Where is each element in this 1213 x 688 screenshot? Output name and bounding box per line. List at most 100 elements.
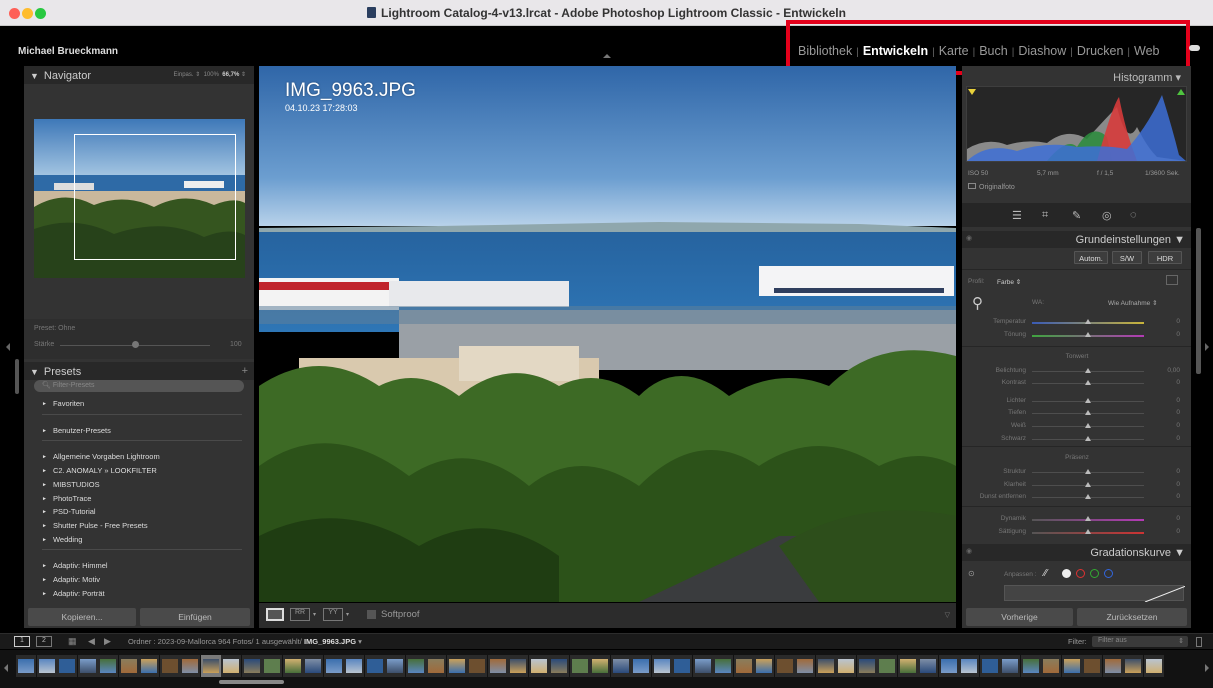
dropdown-chevron-icon[interactable]: ▾ [346, 611, 349, 618]
primary-window-button[interactable]: 1 [14, 636, 30, 647]
filmstrip-thumbnail[interactable] [159, 655, 180, 677]
before-after-icon[interactable]: RR [290, 608, 310, 621]
filmstrip-thumbnail[interactable] [918, 655, 938, 677]
before-after-swap-icon[interactable]: YY [323, 608, 343, 621]
filmstrip-thumbnail[interactable] [36, 655, 57, 677]
filmstrip-right-arrow-icon[interactable] [1205, 664, 1209, 672]
preset-folder[interactable]: Allgemeine Vorgaben Lightroom [42, 452, 160, 461]
filmstrip-thumbnail[interactable] [1123, 655, 1143, 677]
filmstrip-thumbnail[interactable] [938, 655, 959, 677]
preset-folder[interactable]: Wedding [42, 535, 82, 544]
red-eye-icon[interactable]: ◎ [1102, 209, 1112, 222]
slider-knob[interactable] [1085, 380, 1091, 385]
filmstrip-thumbnail[interactable] [877, 655, 897, 677]
slider-knob[interactable] [1085, 423, 1091, 428]
paste-settings-button[interactable]: Einfügen [140, 608, 250, 626]
filmstrip-thumbnail[interactable] [303, 655, 323, 677]
preset-folder[interactable]: PSD-Tutorial [42, 507, 96, 516]
white-balance-value[interactable]: Wie Aufnahme ⇕ [1108, 299, 1158, 307]
presets-panel-header[interactable]: ▼ Presets + [24, 362, 254, 380]
filmstrip-thumbnail[interactable] [57, 655, 77, 677]
slider-knob[interactable] [1085, 529, 1091, 534]
dropdown-chevron-icon[interactable]: ▾ [313, 611, 316, 618]
slider-value[interactable]: 0 [1148, 409, 1180, 416]
filmstrip-thumbnail[interactable] [528, 655, 549, 677]
navigator-panel-header[interactable]: ▼ Navigator Einpas. ⇕ 100% 66,7% ⇕ [24, 66, 254, 84]
filmstrip-thumbnail[interactable] [1061, 655, 1082, 677]
navigator-view-rectangle[interactable] [74, 134, 236, 260]
filmstrip-thumbnail[interactable] [631, 655, 651, 677]
filmstrip-thumbnail[interactable] [836, 655, 856, 677]
filmstrip-scrollbar[interactable] [219, 680, 284, 684]
filmstrip-thumbnail[interactable] [1143, 655, 1164, 677]
slider-value[interactable]: 0 [1148, 515, 1180, 522]
green-channel-icon[interactable] [1090, 569, 1099, 578]
filmstrip-thumbnail[interactable] [487, 655, 508, 677]
collapse-top-panel-icon[interactable] [603, 54, 611, 58]
filmstrip-thumbnail[interactable] [200, 655, 221, 677]
filmstrip-thumbnail[interactable] [77, 655, 98, 677]
zoom-100-option[interactable]: 100% [204, 72, 219, 78]
filmstrip-thumbnail[interactable] [508, 655, 528, 677]
zoom-current-option[interactable]: 66,7% [222, 72, 239, 78]
filmstrip-thumbnail[interactable] [692, 655, 713, 677]
filmstrip-thumbnail[interactable] [959, 655, 979, 677]
panel-visibility-icon[interactable]: ◉ [966, 234, 972, 242]
filmstrip-thumbnail[interactable] [180, 655, 200, 677]
preset-folder[interactable]: Adaptiv: Porträt [42, 589, 105, 598]
preset-search-input[interactable]: 🔍︎ Filter-Presets [34, 380, 244, 392]
loupe-view-icon[interactable] [266, 608, 284, 621]
preset-folder[interactable]: Adaptiv: Motiv [42, 575, 100, 584]
slider-value[interactable]: 0 [1148, 397, 1180, 404]
filmstrip-thumbnail[interactable] [897, 655, 918, 677]
filmstrip-thumbnail[interactable] [754, 655, 774, 677]
filmstrip-thumbnail[interactable] [262, 655, 282, 677]
filmstrip-thumbnail[interactable] [713, 655, 733, 677]
blue-channel-icon[interactable] [1104, 569, 1113, 578]
filmstrip-thumbnail[interactable] [241, 655, 262, 677]
slider-knob[interactable] [1085, 398, 1091, 403]
copy-settings-button[interactable]: Kopieren... [28, 608, 136, 626]
panel-visibility-icon[interactable]: ◉ [966, 547, 972, 555]
filmstrip-thumbnail[interactable] [569, 655, 590, 677]
slider-value[interactable]: 0,00 [1148, 367, 1180, 374]
slider-value[interactable]: 0 [1148, 435, 1180, 442]
filmstrip-thumbnail[interactable] [651, 655, 672, 677]
amount-slider-knob[interactable] [132, 341, 139, 348]
shadow-clipping-icon[interactable] [968, 89, 976, 95]
previous-settings-button[interactable]: Vorherige [966, 608, 1073, 626]
tone-curve-graph[interactable] [1004, 583, 1192, 603]
filmstrip-thumbnail[interactable] [118, 655, 139, 677]
white-balance-eyedropper-icon[interactable]: ⚲ [972, 294, 983, 312]
filmstrip-thumbnail[interactable] [1020, 655, 1041, 677]
hdr-button[interactable]: HDR [1148, 251, 1182, 264]
grid-view-icon[interactable]: ▦ [68, 636, 77, 647]
slider-knob[interactable] [1085, 332, 1091, 337]
main-image-view[interactable]: IMG_9963.JPG 04.10.23 17:28:03 [259, 66, 956, 602]
slider-knob[interactable] [1085, 482, 1091, 487]
reset-button[interactable]: Zurücksetzen [1077, 608, 1187, 626]
filmstrip-thumbnail[interactable] [610, 655, 631, 677]
filmstrip-thumbnail[interactable] [221, 655, 241, 677]
red-channel-icon[interactable] [1076, 569, 1085, 578]
slider-knob[interactable] [1085, 368, 1091, 373]
slider-value[interactable]: 0 [1148, 528, 1180, 535]
tone-curve-panel-header[interactable]: ◉ Gradationskurve ▼ [962, 544, 1191, 561]
filmstrip-thumbnail[interactable] [733, 655, 754, 677]
right-panel-toggle-icon[interactable] [1205, 343, 1209, 351]
profile-browser-icon[interactable] [1166, 275, 1178, 285]
slider-value[interactable]: 0 [1148, 379, 1180, 386]
preset-folder[interactable]: Shutter Pulse - Free Presets [42, 521, 148, 530]
histogram-graph[interactable] [966, 86, 1187, 162]
navigator-preview[interactable] [34, 119, 245, 278]
left-panel-toggle-icon[interactable] [6, 343, 10, 351]
filmstrip-thumbnail[interactable] [672, 655, 692, 677]
filmstrip-thumbnail[interactable] [385, 655, 405, 677]
left-panel-scrollbar[interactable] [15, 359, 19, 394]
preset-folder[interactable]: Favoriten [42, 399, 84, 408]
slider-knob[interactable] [1085, 516, 1091, 521]
parametric-curve-icon[interactable]: ⁄⁄ [1044, 568, 1047, 579]
masking-icon[interactable]: ◌ [1130, 209, 1137, 221]
slider-knob[interactable] [1085, 410, 1091, 415]
filmstrip-thumbnail[interactable] [549, 655, 569, 677]
